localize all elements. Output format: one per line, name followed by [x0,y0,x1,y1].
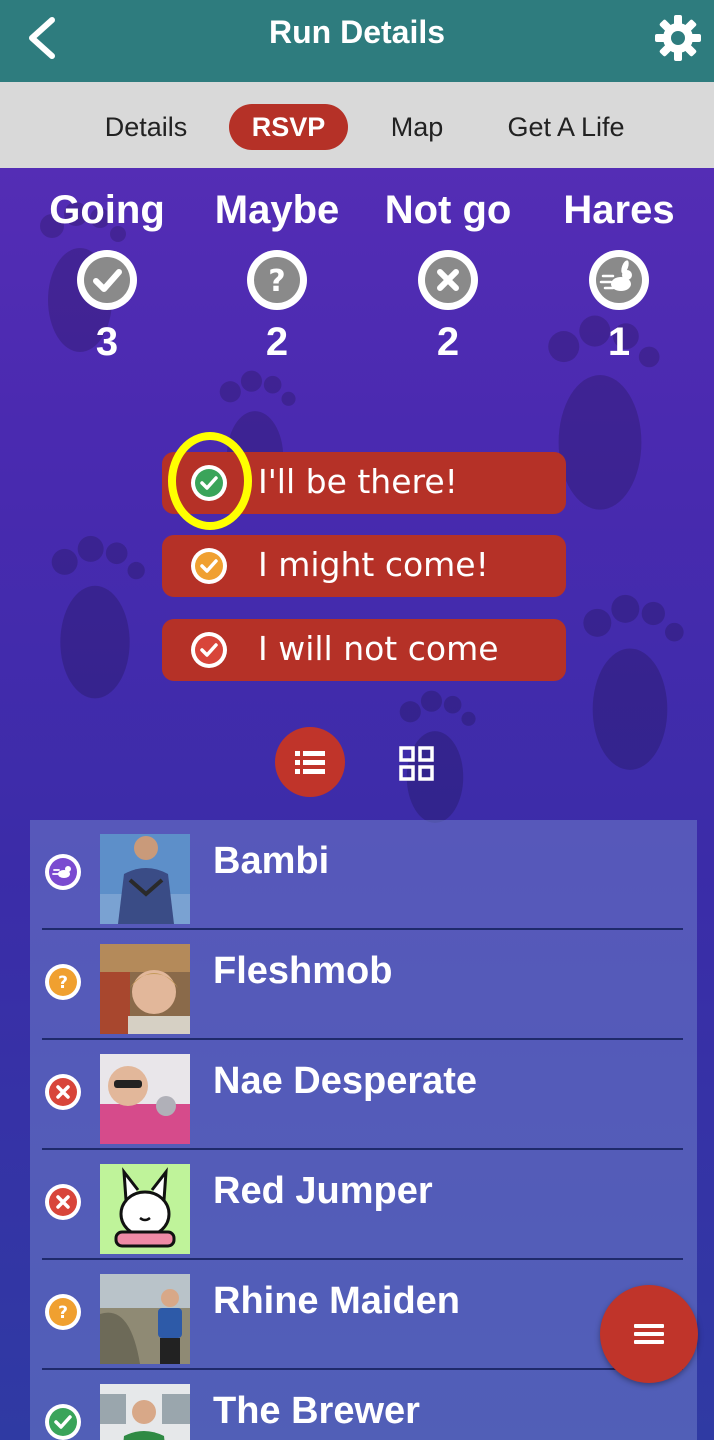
member-name: Fleshmob [213,950,393,992]
check-circle-icon [191,548,227,584]
stat-label: Going [49,188,165,232]
footprint-icon [583,594,684,770]
question-circle-icon: ? [247,250,307,310]
check-circle-icon [191,632,227,668]
stat-going: Going 3 [32,188,182,365]
question-circle-icon: ? [45,964,81,1000]
list-view-button[interactable] [275,727,345,797]
avatar [100,834,190,924]
rsvp-button-label: I'll be there! [258,462,458,501]
member-name: Red Jumper [213,1170,433,1212]
avatar [100,1274,190,1364]
avatar [100,944,190,1034]
list-icon [295,751,325,774]
list-item[interactable]: Bambi [30,820,697,930]
x-circle-icon [45,1184,81,1220]
svg-text:?: ? [58,1303,68,1323]
gear-icon[interactable] [652,12,704,64]
svg-text:?: ? [268,264,285,299]
x-circle-icon [45,1074,81,1110]
hare-icon [45,854,81,890]
member-name: The Brewer [213,1390,420,1432]
stat-count: 2 [436,320,460,364]
page-title: Run Details [268,14,446,50]
svg-text:?: ? [58,973,68,993]
menu-fab-button[interactable] [600,1285,698,1383]
member-name: Nae Desperate [213,1060,478,1102]
stat-maybe: Maybe ? 2 [202,188,352,365]
list-item[interactable]: The Brewer [30,1370,697,1440]
tab-bar: Details RSVP Map Get A Life [0,82,714,168]
avatar [100,1164,190,1254]
tab-rsvp[interactable]: RSVP [229,104,348,150]
menu-icon [634,1324,664,1344]
stat-count: 1 [607,320,631,364]
run-details-screen: Run Details Details RSVP Map Get A Life … [0,0,714,1440]
app-header: Run Details [0,0,714,82]
avatar [100,1054,190,1144]
check-circle-icon [77,250,137,310]
grid-icon[interactable] [398,745,436,783]
avatar [100,1384,190,1440]
stat-hares: Hares 1 [544,188,694,365]
rsvp-not-going-button[interactable]: I will not come [162,619,566,681]
stat-label: Maybe [214,188,340,232]
tab-map[interactable]: Map [378,104,456,150]
check-circle-icon [45,1404,81,1440]
hare-icon [589,250,649,310]
tab-get-a-life[interactable]: Get A Life [500,104,632,150]
rsvp-button-label: I might come! [258,545,489,584]
stat-count: 3 [95,320,119,364]
member-list: Bambi ? Fleshmob Nae Desperate Red Jumpe… [30,820,697,1440]
x-circle-icon [418,250,478,310]
list-item[interactable]: ? Rhine Maiden [30,1260,697,1370]
stat-count: 2 [265,320,289,364]
list-item[interactable]: Red Jumper [30,1150,697,1260]
question-circle-icon: ? [45,1294,81,1330]
tab-details[interactable]: Details [96,104,196,150]
rsvp-maybe-button[interactable]: I might come! [162,535,566,597]
highlight-circle [168,432,252,530]
member-name: Bambi [213,840,330,882]
stat-not-go: Not go 2 [373,188,523,365]
list-item[interactable]: ? Fleshmob [30,930,697,1040]
stat-label: Not go [384,188,512,232]
footprint-icon [51,535,145,699]
list-item[interactable]: Nae Desperate [30,1040,697,1150]
member-name: Rhine Maiden [213,1280,461,1322]
stat-label: Hares [563,188,675,232]
rsvp-button-label: I will not come [258,629,499,668]
